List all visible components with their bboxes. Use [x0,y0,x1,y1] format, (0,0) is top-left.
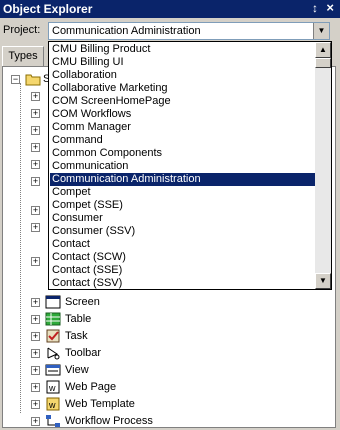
tree-item-screen[interactable]: + Screen [3,294,333,311]
dropdown-item[interactable]: Compet (SSE) [50,199,316,212]
project-dropdown-list[interactable]: CMU Billing Product CMU Billing UI Colla… [48,41,332,290]
tree-item-toolbar[interactable]: + Toolbar [3,345,333,362]
scroll-up-icon[interactable]: ▲ [315,42,331,58]
expand-icon[interactable]: + [31,160,40,169]
expand-icon[interactable]: + [31,143,40,152]
dropdown-item[interactable]: Collaboration [50,69,316,82]
tab-types[interactable]: Types [2,46,44,66]
title-bar: Object Explorer ↕ × [0,0,340,18]
dropdown-item[interactable]: Common Components [50,147,316,160]
tree-item-label: Web Page [65,381,117,393]
expand-icon[interactable]: + [31,126,40,135]
expand-icon[interactable]: + [31,298,40,307]
expand-icon[interactable]: + [31,92,40,101]
dropdown-item[interactable]: Collaborative Marketing [50,82,316,95]
dropdown-item[interactable]: CMU Billing UI [50,56,316,69]
tree-item-label: Toolbar [65,347,102,359]
expand-icon[interactable]: + [31,332,40,341]
folder-icon [25,74,41,86]
workflow-process-icon [46,415,60,427]
expand-icon[interactable]: + [31,417,40,426]
project-label: Project: [3,24,41,36]
expand-icon[interactable]: + [31,366,40,375]
close-icon[interactable]: × [326,0,334,15]
dropdown-item[interactable]: Contact (SSV) [50,277,316,289]
dropdown-scrollbar[interactable]: ▲ ▼ [315,42,331,289]
project-combo[interactable]: Communication Administration ▼ [48,22,330,40]
dropdown-item[interactable]: COM Workflows [50,108,316,121]
dropdown-arrow-icon[interactable]: ▼ [313,23,329,39]
expand-icon[interactable]: + [31,257,40,266]
toolbar-icon [47,347,60,360]
tab-types-label: Types [8,50,38,62]
tree-item-label: View [65,364,89,376]
dropdown-item[interactable]: Communication [50,160,316,173]
tree-item-label: Task [65,330,88,342]
dropdown-item[interactable]: Command [50,134,316,147]
tree-item-label: Workflow Process [65,415,153,427]
screen-icon [45,295,61,309]
dropdown-item[interactable]: Contact [50,238,316,251]
dropdown-item[interactable]: COM ScreenHomePage [50,95,316,108]
web-template-icon: w [46,397,60,411]
dropdown-item[interactable]: Consumer (SSV) [50,225,316,238]
scroll-down-icon[interactable]: ▼ [315,273,331,289]
expand-icon[interactable]: + [31,400,40,409]
expand-icon[interactable]: + [31,109,40,118]
svg-text:w: w [48,400,56,410]
svg-text:w: w [48,383,56,393]
tree-item-workflow-process[interactable]: + Workflow Process [3,413,333,430]
pin-icon[interactable]: ↕ [312,1,318,15]
dropdown-item[interactable]: Contact (SCW) [50,251,316,264]
expand-icon[interactable]: + [31,206,40,215]
expand-icon[interactable]: + [31,223,40,232]
tree-item-task[interactable]: + Task [3,328,333,345]
tree-item-label: Screen [65,296,100,308]
tree-item-label: Web Template [65,398,135,410]
dropdown-item[interactable]: Consumer [50,212,316,225]
web-page-icon: w [46,380,60,394]
dropdown-item[interactable]: Compet [50,186,316,199]
dropdown-item[interactable]: CMU Billing Product [50,43,316,56]
scroll-thumb[interactable] [315,58,331,68]
tree-item-web-template[interactable]: + w Web Template [3,396,333,413]
tree-item-view[interactable]: + View [3,362,333,379]
dropdown-item[interactable]: Contact (SSE) [50,264,316,277]
expand-icon[interactable]: + [31,177,40,186]
task-icon [46,329,60,343]
view-icon [45,364,61,376]
expand-icon[interactable]: + [31,349,40,358]
tree-item-label: Table [65,313,92,325]
collapse-icon[interactable]: − [11,75,20,84]
dropdown-item[interactable]: Comm Manager [50,121,316,134]
dropdown-item-selected[interactable]: Communication Administration [50,173,316,186]
tree-item-table[interactable]: + Table [3,311,333,328]
expand-icon[interactable]: + [31,315,40,324]
project-combo-value: Communication Administration [52,25,201,37]
table-icon [45,312,61,326]
window-title: Object Explorer [3,2,93,16]
expand-icon[interactable]: + [31,383,40,392]
tree-item-web-page[interactable]: + w Web Page [3,379,333,396]
